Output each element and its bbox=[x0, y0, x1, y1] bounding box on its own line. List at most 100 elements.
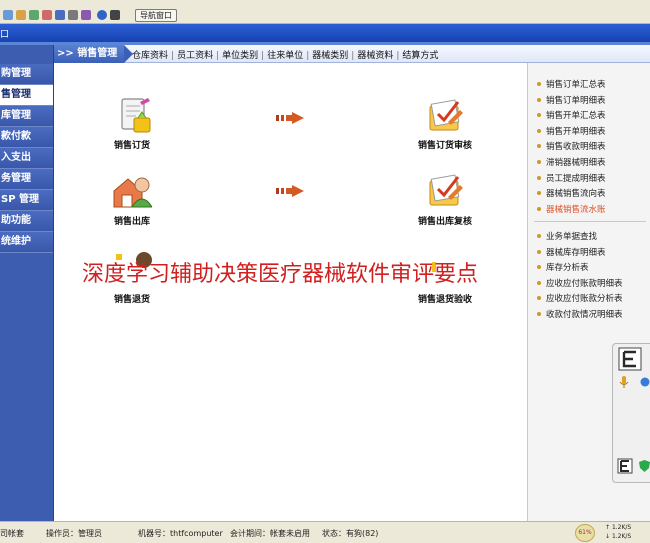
menubar bbox=[0, 0, 650, 7]
sales-order-review-label[interactable]: 销售订货审核 bbox=[418, 138, 472, 151]
report-link[interactable]: 器械销售流水账 bbox=[528, 202, 650, 216]
module-tab[interactable]: 器械类别 bbox=[312, 51, 348, 61]
tab-separator: | bbox=[261, 51, 265, 61]
toolbar-icon-1[interactable] bbox=[3, 10, 13, 20]
bullet-icon bbox=[537, 296, 541, 301]
watermark-text: 深度学习辅助决策医疗器械软件审评要点 bbox=[82, 262, 479, 287]
report-link[interactable]: 销售订单汇总表 bbox=[528, 77, 650, 91]
report-link-label: 库存分析表 bbox=[546, 263, 589, 274]
bullet-icon bbox=[537, 144, 541, 149]
floating-widget bbox=[612, 343, 650, 483]
module-tab[interactable]: 员工资料 bbox=[177, 51, 213, 61]
module-tab[interactable]: 器械资料 bbox=[357, 51, 393, 61]
module-tab[interactable]: 单位类别 bbox=[222, 51, 258, 61]
report-link[interactable]: 销售订单明细表 bbox=[528, 93, 650, 107]
report-link[interactable]: 销售收款明细表 bbox=[528, 139, 650, 153]
sales-outbound-review-label[interactable]: 销售出库复核 bbox=[418, 214, 472, 227]
bullet-icon bbox=[537, 160, 541, 164]
sidebar-item[interactable]: 助功能 bbox=[0, 211, 53, 232]
report-link[interactable]: 员工提成明细表 bbox=[528, 171, 650, 185]
report-link-label: 员工提成明细表 bbox=[546, 173, 606, 184]
toolbar-icon-5[interactable] bbox=[55, 10, 65, 20]
status-operator: 操作员：管理员 bbox=[46, 529, 102, 538]
bullet-icon bbox=[537, 234, 541, 238]
sales-order-icon[interactable] bbox=[116, 96, 156, 136]
report-link-label: 收款付款情况明细表 bbox=[546, 310, 623, 320]
network-speed-widget: 61% ↑ 1.2K/S ↓ 1.2K/S bbox=[575, 522, 650, 543]
report-link-label: 销售开单汇总表 bbox=[546, 111, 606, 122]
toolbar: 导航窗口 bbox=[0, 7, 650, 24]
bullet-icon bbox=[537, 265, 541, 270]
report-link-label: 销售开单明细表 bbox=[546, 126, 606, 137]
report-link[interactable]: 库存分析表 bbox=[528, 260, 650, 274]
report-link[interactable]: 应收应付账款分析表 bbox=[528, 291, 650, 305]
window-title: 口 bbox=[0, 30, 10, 40]
report-link[interactable]: 销售开单汇总表 bbox=[528, 108, 650, 122]
tab-separator: | bbox=[306, 51, 310, 61]
tab-separator: | bbox=[216, 51, 220, 61]
flow-arrow-2 bbox=[276, 185, 304, 197]
report-link[interactable]: 器械销售流向表 bbox=[528, 186, 650, 200]
module-tabs: 仓库资料 | 员工资料 | 单位类别 | 往来单位 | 器械类别 | 器械资料 | 结算方式 bbox=[132, 48, 438, 61]
bullet-icon bbox=[537, 175, 541, 180]
report-link[interactable]: 销售开单明细表 bbox=[528, 124, 650, 138]
toolbar-icon-7[interactable] bbox=[81, 10, 91, 20]
report-link-label: 业务单据查找 bbox=[546, 232, 598, 242]
shield-icon[interactable] bbox=[639, 460, 650, 472]
report-link-label: 器械库存明细表 bbox=[546, 247, 606, 258]
workflow-canvas: 销售订货 销售订货审核 销售出库 销售出库复核 销售退货 销售退货验收 bbox=[54, 63, 527, 521]
sidebar-item[interactable]: 务管理 bbox=[0, 169, 53, 190]
report-link-label: 器械销售流水账 bbox=[546, 204, 606, 215]
sales-outbound-icon[interactable] bbox=[112, 171, 152, 211]
bullet-icon bbox=[537, 280, 541, 285]
report-link-label: 应收应付账款明细表 bbox=[546, 278, 623, 289]
toolbar-icon-2[interactable] bbox=[16, 10, 26, 20]
bullet-icon bbox=[537, 312, 541, 316]
module-tab[interactable]: 结算方式 bbox=[402, 51, 438, 61]
report-link[interactable]: 收款付款情况明细表 bbox=[528, 307, 650, 321]
sidebar-item[interactable]: SP 管理 bbox=[0, 190, 53, 211]
report-link-label: 销售收款明细表 bbox=[546, 142, 606, 153]
sidebar-item[interactable]: 库管理 bbox=[0, 106, 53, 127]
sales-outbound-review-icon[interactable] bbox=[426, 171, 466, 211]
status-machine: 机器号：thtfcomputer bbox=[138, 529, 223, 538]
speed-percent: 61% bbox=[575, 524, 595, 542]
toolbar-icon-4[interactable] bbox=[42, 10, 52, 20]
toolbar-icon-6[interactable] bbox=[68, 10, 78, 20]
module-tab[interactable]: 往来单位 bbox=[267, 51, 303, 61]
report-link-label: 销售订单明细表 bbox=[546, 95, 606, 106]
report-link[interactable]: 应收应付账款明细表 bbox=[528, 276, 650, 290]
help-icon[interactable] bbox=[97, 10, 107, 20]
report-link[interactable]: 器械库存明细表 bbox=[528, 245, 650, 259]
report-divider bbox=[534, 221, 646, 222]
exit-icon[interactable] bbox=[110, 10, 120, 20]
widget-logo-small-icon[interactable] bbox=[617, 458, 633, 474]
sidebar-item[interactable]: 购管理 bbox=[0, 64, 53, 85]
sidebar-item[interactable]: 售管理 bbox=[0, 85, 53, 106]
bullet-icon bbox=[537, 97, 541, 102]
module-title: >> 销售管理 bbox=[54, 45, 133, 63]
status-state: 状态：有狗(82) bbox=[322, 529, 379, 538]
bullet-icon bbox=[537, 113, 541, 118]
sidebar-item[interactable]: 款付款 bbox=[0, 127, 53, 148]
sales-return-accept-label[interactable]: 销售退货验收 bbox=[418, 292, 472, 305]
sales-order-label[interactable]: 销售订货 bbox=[114, 138, 150, 151]
sidebar-item[interactable]: 统维护 bbox=[0, 232, 53, 253]
toolbar-icon-3[interactable] bbox=[29, 10, 39, 20]
tab-separator: | bbox=[171, 51, 175, 61]
report-link-label: 器械销售流向表 bbox=[546, 189, 606, 200]
sidebar-item[interactable]: 入支出 bbox=[0, 148, 53, 169]
globe-icon[interactable] bbox=[640, 377, 650, 387]
sales-outbound-label[interactable]: 销售出库 bbox=[114, 214, 150, 227]
sales-return-label[interactable]: 销售退货 bbox=[114, 292, 150, 305]
report-link[interactable]: 滞销器械明细表 bbox=[528, 155, 650, 169]
report-link-label: 滞销器械明细表 bbox=[546, 158, 606, 168]
module-tab[interactable]: 仓库资料 bbox=[132, 51, 168, 61]
statusbar: 司帐套 操作员：管理员 机器号：thtfcomputer 会计期间：帐套未启用 … bbox=[0, 521, 650, 543]
tab-separator: | bbox=[351, 51, 355, 61]
nav-window-button[interactable]: 导航窗口 bbox=[135, 9, 177, 22]
sales-order-review-icon[interactable] bbox=[426, 96, 466, 136]
widget-logo-icon[interactable] bbox=[618, 347, 642, 371]
report-link[interactable]: 业务单据查找 bbox=[528, 229, 650, 243]
microphone-icon[interactable] bbox=[619, 376, 629, 388]
